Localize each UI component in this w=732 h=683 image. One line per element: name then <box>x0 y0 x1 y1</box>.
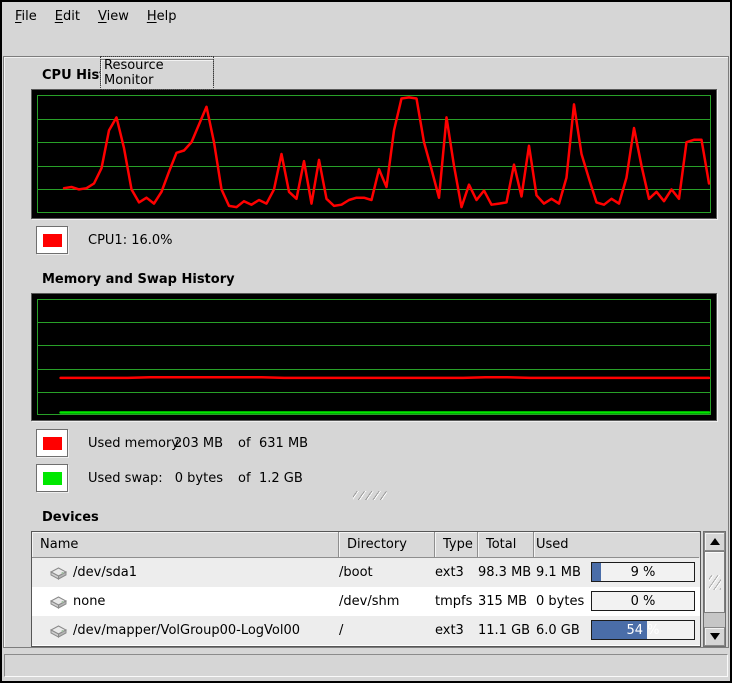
device-name: none <box>73 594 105 609</box>
used-memory-total: 631 MB <box>259 429 308 457</box>
used-swap-value: 0 bytes <box>132 464 223 492</box>
device-name: /dev/sda1 <box>73 565 137 580</box>
device-name: /dev/mapper/VolGroup00-LogVol00 <box>73 623 300 638</box>
used-memory-color-button[interactable] <box>36 429 68 457</box>
column-header-directory[interactable]: Directory <box>339 532 435 558</box>
devices-table-body: /dev/sda1 /boot ext3 98.3 MB 9.1 MB 9 % … <box>32 558 700 645</box>
devices-table: Name Directory Type Total Used /dev/sda1… <box>31 531 701 647</box>
device-type: tmpfs <box>435 587 478 616</box>
device-used: 6.0 GB <box>536 623 580 638</box>
cpu1-color-button[interactable] <box>36 226 68 254</box>
cpu-history-plot <box>37 95 711 213</box>
disk-icon <box>50 624 67 638</box>
device-usage-progressbar: 9 % <box>591 562 695 582</box>
memory-swap-title: Memory and Swap History <box>42 272 235 287</box>
used-swap-of: of <box>238 464 251 492</box>
device-total: 315 MB <box>478 587 534 616</box>
disk-icon <box>50 595 67 609</box>
menu-edit[interactable]: Edit <box>46 5 89 28</box>
device-total: 98.3 MB <box>478 558 534 587</box>
menu-help[interactable]: Help <box>138 5 186 28</box>
scrollbar-thumb[interactable] <box>704 551 725 613</box>
column-header-used[interactable]: Used <box>534 532 699 558</box>
used-memory-value: 203 MB <box>132 429 223 457</box>
devices-title: Devices <box>42 510 99 525</box>
cpu1-legend-label: CPU1: 16.0% <box>88 226 173 254</box>
table-row[interactable]: /dev/mapper/VolGroup00-LogVol00 / ext3 1… <box>32 616 700 645</box>
pane-resize-grip[interactable] <box>353 491 387 500</box>
used-swap-color-button[interactable] <box>36 464 68 492</box>
menu-bar: FileEditViewHelp <box>2 2 730 30</box>
device-total: 11.1 GB <box>478 616 534 645</box>
device-used: 9.1 MB <box>536 565 581 580</box>
device-type: ext3 <box>435 616 478 645</box>
menu-view[interactable]: View <box>89 5 138 28</box>
progressbar-percent-label: 9 % <box>592 563 694 581</box>
tab-resource-monitor-label: Resource Monitor <box>101 57 213 89</box>
column-header-type[interactable]: Type <box>435 532 478 558</box>
devices-table-header: Name Directory Type Total Used <box>32 532 700 558</box>
device-usage-progressbar: 54 % <box>591 620 695 640</box>
scrollbar-up-button[interactable] <box>704 532 725 551</box>
table-row[interactable]: /dev/sda1 /boot ext3 98.3 MB 9.1 MB 9 % <box>32 558 700 587</box>
arrow-down-icon <box>710 633 720 640</box>
device-used: 0 bytes <box>536 594 584 609</box>
device-directory: /dev/shm <box>339 587 435 616</box>
status-bar <box>4 654 728 677</box>
device-usage-progressbar: 0 % <box>591 591 695 611</box>
resource-monitor-page: CPU History CPU1: 16.0% Memory and Swap … <box>3 56 729 648</box>
table-row[interactable]: none /dev/shm tmpfs 315 MB 0 bytes 0 % <box>32 587 700 616</box>
cpu-history-graph <box>31 89 717 219</box>
device-directory: / <box>339 616 435 645</box>
progressbar-percent-label: 54 % <box>592 621 694 639</box>
used-memory-color-swatch <box>43 437 62 450</box>
device-directory: /boot <box>339 558 435 587</box>
column-header-name[interactable]: Name <box>32 532 339 558</box>
used-swap-total: 1.2 GB <box>259 464 303 492</box>
memory-swap-plot <box>37 299 711 415</box>
devices-area: Name Directory Type Total Used /dev/sda1… <box>31 531 726 648</box>
devices-scrollbar[interactable] <box>703 531 726 647</box>
arrow-up-icon <box>710 538 720 545</box>
scrollbar-down-button[interactable] <box>704 627 725 646</box>
menu-file[interactable]: File <box>6 5 46 28</box>
disk-icon <box>50 566 67 580</box>
system-monitor-window: { "menu": { "items": [ { "mnemonic": "F"… <box>0 0 732 683</box>
progressbar-percent-label: 0 % <box>592 592 694 610</box>
tab-bar: Process Listing Resource Monitor <box>2 30 730 56</box>
cpu1-color-swatch <box>43 234 62 247</box>
device-type: ext3 <box>435 558 478 587</box>
used-swap-color-swatch <box>43 472 62 485</box>
column-header-total[interactable]: Total <box>478 532 534 558</box>
tab-resource-monitor[interactable]: Resource Monitor <box>100 59 214 85</box>
memory-swap-graph <box>31 293 717 421</box>
scrollbar-thumb-grip-icon <box>709 575 721 590</box>
used-memory-of: of <box>238 429 251 457</box>
